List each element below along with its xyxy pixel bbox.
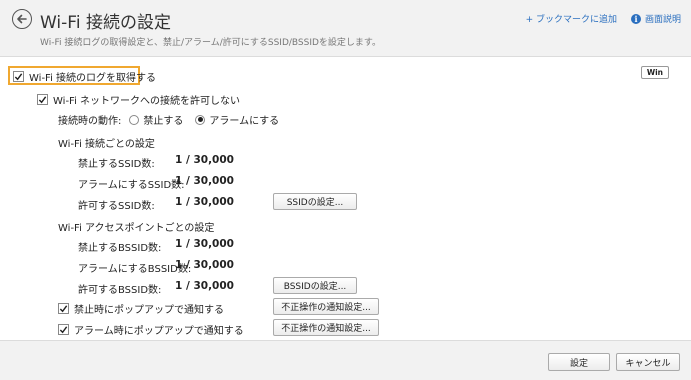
- log-checkbox-label: Wi-Fi 接続のログを取得する: [29, 73, 157, 84]
- ssid-section-title: Wi-Fi 接続ごとの設定: [58, 139, 155, 150]
- back-arrow-icon: [17, 14, 27, 24]
- radio-deny[interactable]: [129, 114, 140, 125]
- checkmark-icon: [59, 325, 68, 333]
- checkmark-icon: [38, 95, 47, 103]
- info-icon: i: [630, 13, 641, 24]
- radio-alarm-label[interactable]: アラームにする: [209, 112, 279, 127]
- popup-alarm-row[interactable]: アラーム時にポップアップで通知する: [58, 322, 244, 337]
- header-bar: Wi-Fi 接続の設定 Wi-Fi 接続ログの取得設定と、禁止/アラーム/許可に…: [0, 0, 691, 57]
- help-link[interactable]: i 画面説明: [630, 12, 681, 25]
- ssid-deny-count: 1 / 30,000: [175, 154, 234, 166]
- footer-bar: 設定 キャンセル: [0, 340, 691, 380]
- ssid-allow-label: 許可するSSID数:: [78, 201, 155, 212]
- bssid-deny-label: 禁止するBSSID数:: [78, 243, 162, 254]
- deny-checkbox[interactable]: [37, 94, 48, 105]
- notify-settings-button-2[interactable]: 不正操作の通知設定...: [273, 319, 379, 336]
- bssid-deny-count: 1 / 30,000: [175, 238, 234, 250]
- bssid-section-title: Wi-Fi アクセスポイントごとの設定: [58, 223, 215, 234]
- checkmark-icon: [14, 72, 23, 80]
- action-label: 接続時の動作:: [58, 116, 122, 127]
- help-link-label: 画面説明: [644, 15, 681, 25]
- deny-checkbox-row[interactable]: Wi-Fi ネットワークへの接続を許可しない: [37, 92, 240, 107]
- bssid-settings-button[interactable]: BSSIDの設定...: [273, 277, 357, 294]
- popup-deny-row[interactable]: 禁止時にポップアップで通知する: [58, 301, 224, 316]
- checkmark-icon: [59, 304, 68, 312]
- popup-deny-label: 禁止時にポップアップで通知する: [74, 305, 224, 316]
- ssid-settings-button[interactable]: SSIDの設定...: [273, 193, 357, 210]
- popup-alarm-label: アラーム時にポップアップで通知する: [74, 326, 244, 337]
- back-button[interactable]: [12, 9, 32, 29]
- notify-settings-button-1[interactable]: 不正操作の通知設定...: [273, 298, 379, 315]
- bssid-alarm-count: 1 / 30,000: [175, 259, 234, 271]
- action-radio-row: 接続時の動作: 禁止する アラームにする: [58, 112, 279, 127]
- ssid-alarm-count: 1 / 30,000: [175, 175, 234, 187]
- cancel-button[interactable]: キャンセル: [616, 353, 680, 371]
- page-title: Wi-Fi 接続の設定: [40, 13, 171, 33]
- deny-checkbox-label: Wi-Fi ネットワークへの接続を許可しない: [53, 96, 241, 107]
- bssid-allow-label: 許可するBSSID数:: [78, 285, 162, 296]
- ssid-alarm-label: アラームにするSSID数:: [78, 180, 185, 191]
- ssid-allow-count: 1 / 30,000: [175, 196, 234, 208]
- ok-button[interactable]: 設定: [548, 353, 610, 371]
- page-subtitle: Wi-Fi 接続ログの取得設定と、禁止/アラーム/許可にするSSID/BSSID…: [40, 38, 382, 48]
- ssid-deny-label: 禁止するSSID数:: [78, 159, 155, 170]
- radio-deny-label[interactable]: 禁止する: [143, 112, 183, 127]
- bssid-allow-count: 1 / 30,000: [175, 280, 234, 292]
- popup-alarm-checkbox[interactable]: [58, 324, 69, 335]
- log-checkbox[interactable]: [13, 71, 24, 82]
- popup-deny-checkbox[interactable]: [58, 303, 69, 314]
- log-checkbox-row[interactable]: Wi-Fi 接続のログを取得する: [13, 69, 156, 84]
- win-badge: Win: [640, 66, 669, 79]
- add-bookmark-link[interactable]: + ブックマークに追加: [526, 12, 617, 25]
- radio-alarm[interactable]: [195, 114, 206, 125]
